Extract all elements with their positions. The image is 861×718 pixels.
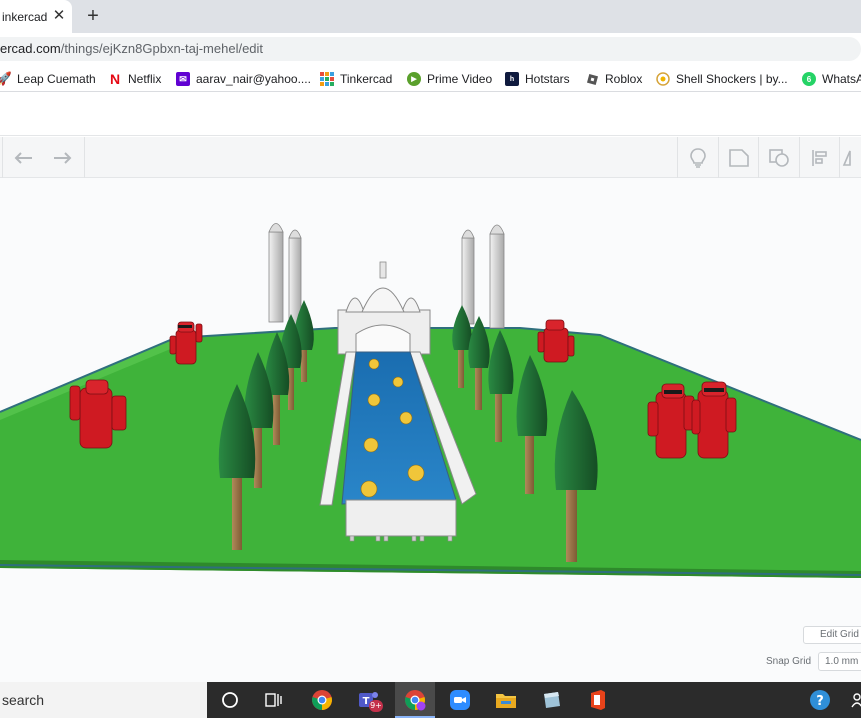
prime-video-icon: ▶ xyxy=(407,72,421,86)
bookmark-hotstar[interactable]: h Hotstars xyxy=(505,70,570,88)
bookmark-label: Netflix xyxy=(128,72,162,86)
egg-icon xyxy=(656,72,670,86)
bookmark-leap-cuemath[interactable]: 🚀 Leap Cuemath xyxy=(0,70,96,88)
teams-icon[interactable]: T 9+ xyxy=(355,686,383,714)
taj-mahal-building xyxy=(337,261,431,355)
cortana-icon[interactable] xyxy=(216,686,244,714)
tinkercad-header xyxy=(0,92,861,136)
toolbar-divider xyxy=(2,137,3,178)
url-host: ercad.com xyxy=(0,41,61,56)
shape-icon[interactable] xyxy=(759,137,799,178)
bookmark-label: Hotstars xyxy=(525,72,570,86)
snap-grid-label: Snap Grid xyxy=(766,656,812,667)
edit-grid-button[interactable]: Edit Grid xyxy=(803,626,861,644)
note-icon[interactable] xyxy=(719,137,759,178)
snap-grid-select[interactable]: 1.0 mm xyxy=(818,652,861,671)
editor-toolbar xyxy=(0,137,861,178)
roblox-icon xyxy=(585,72,599,86)
taj-mahal-scene xyxy=(0,223,861,578)
bookmark-label: Leap Cuemath xyxy=(17,72,96,86)
bookmark-shell-shockers[interactable]: Shell Shockers | by... xyxy=(656,70,788,88)
undo-icon[interactable] xyxy=(4,137,44,178)
url-path: /things/ejKzn8Gpbxn-taj-mehel/edit xyxy=(60,41,264,56)
address-bar: ercad.com/things/ejKzn8Gpbxn-taj-mehel/e… xyxy=(0,33,861,65)
bookmark-label: WhatsA xyxy=(822,72,861,86)
bookmark-label: Shell Shockers | by... xyxy=(676,72,788,86)
bookmarks-bar: 🚀 Leap Cuemath N Netflix ✉ aarav_nair@ya… xyxy=(0,65,861,92)
bookmark-label: Tinkercad xyxy=(340,72,393,86)
help-icon[interactable]: ? xyxy=(806,686,834,714)
file-explorer-icon[interactable] xyxy=(492,686,520,714)
browser-tab-strip: inkercad ✕ + xyxy=(0,0,861,33)
bookmark-netflix[interactable]: N Netflix xyxy=(108,70,161,88)
windows-taskbar: search T 9+ ? xyxy=(0,682,861,718)
url-field[interactable]: ercad.com/things/ejKzn8Gpbxn-taj-mehel/e… xyxy=(0,37,861,61)
app-icon[interactable] xyxy=(537,686,565,714)
bookmark-prime-video[interactable]: ▶ Prime Video xyxy=(407,70,492,88)
tab-title: inkercad xyxy=(2,9,48,24)
workplane-viewport[interactable]: Edit Grid Snap Grid 1.0 mm xyxy=(0,178,861,682)
chrome-icon[interactable] xyxy=(308,686,336,714)
teams-badge: 9+ xyxy=(369,700,383,712)
taskbar-search-input[interactable]: search xyxy=(0,682,207,718)
bookmark-label: Roblox xyxy=(605,72,643,86)
netflix-icon: N xyxy=(109,71,121,87)
whatsapp-icon: 6 xyxy=(802,72,816,86)
chrome-profile-icon[interactable] xyxy=(401,686,429,714)
close-tab-icon[interactable]: ✕ xyxy=(52,8,66,24)
office-icon[interactable] xyxy=(584,686,612,714)
svg-text:?: ? xyxy=(816,694,824,709)
browser-tab-tinkercad[interactable]: inkercad ✕ xyxy=(0,0,72,33)
hotstar-icon: h xyxy=(505,72,519,86)
tinkercad-icon xyxy=(320,72,334,86)
bookmark-tinkercad[interactable]: Tinkercad xyxy=(320,70,392,88)
mirror-icon[interactable] xyxy=(840,137,861,178)
bookmark-label: aarav_nair@yahoo.... xyxy=(196,72,311,86)
new-tab-button[interactable]: + xyxy=(83,5,103,27)
bookmark-roblox[interactable]: Roblox xyxy=(585,70,642,88)
people-icon[interactable] xyxy=(840,686,861,714)
bookmark-label: Prime Video xyxy=(427,72,493,86)
rocket-icon: 🚀 xyxy=(0,71,12,86)
yahoo-mail-icon: ✉ xyxy=(176,72,190,86)
task-view-icon[interactable] xyxy=(260,686,288,714)
redo-icon[interactable] xyxy=(42,137,82,178)
align-icon[interactable] xyxy=(800,137,840,178)
bookmark-yahoo-mail[interactable]: ✉ aarav_nair@yahoo.... xyxy=(176,70,311,88)
bookmark-whatsapp[interactable]: 6 WhatsA xyxy=(802,70,861,88)
lightbulb-icon[interactable] xyxy=(678,137,718,178)
zoom-icon[interactable] xyxy=(446,686,474,714)
toolbar-divider xyxy=(84,137,85,178)
